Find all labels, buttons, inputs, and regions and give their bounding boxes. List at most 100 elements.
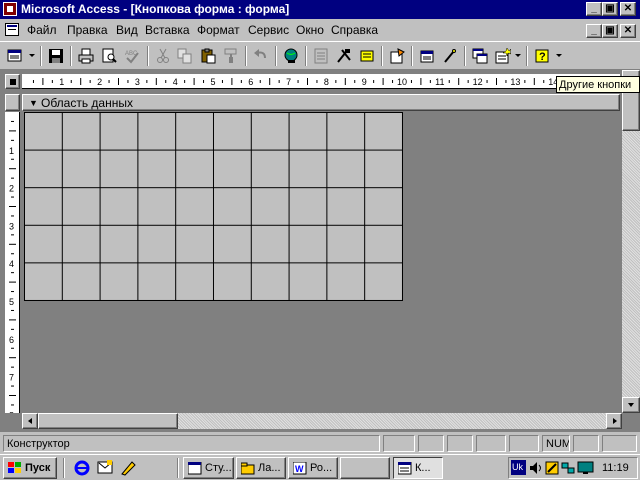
task-students-label: Сту... (205, 462, 232, 474)
status-bar: Конструктор NUM (0, 432, 640, 454)
ruler-label: 8 (9, 410, 14, 413)
section-selector[interactable] (5, 94, 20, 111)
windows-flag-icon (8, 462, 21, 473)
clock[interactable]: 11:19 (602, 462, 629, 474)
spelling-button[interactable]: ABC (121, 45, 144, 67)
task-students[interactable]: Сту... (183, 457, 234, 479)
arrow-right-icon (613, 418, 617, 424)
form-selector[interactable] (5, 74, 20, 89)
build-button[interactable] (439, 45, 462, 67)
copy-button[interactable] (174, 45, 197, 67)
format-painter-button[interactable] (220, 45, 243, 67)
ruler-label: 6 (248, 77, 253, 87)
menu-tools[interactable]: Сервис (248, 23, 289, 37)
properties-button[interactable] (416, 45, 439, 67)
document-restore-button[interactable]: ▣ (602, 24, 618, 38)
close-button[interactable]: ✕ (620, 2, 636, 16)
task-folder[interactable]: Ла... (236, 457, 286, 479)
ruler-label: 10 (397, 77, 407, 87)
ruler-label: 7 (286, 77, 291, 87)
horizontal-ruler[interactable]: 1 2 3 4 5 6 7 8 9 10 11 12 13 14 (22, 74, 620, 89)
display-settings-icon[interactable] (577, 461, 595, 475)
help-button[interactable]: ? (531, 45, 554, 67)
minimize-button[interactable]: _ (586, 2, 602, 16)
task-word[interactable]: W Ро... (288, 457, 338, 479)
language-indicator[interactable]: Uk (511, 460, 526, 475)
build-icon (444, 49, 456, 63)
more-buttons-tooltip: Другие кнопки (556, 76, 640, 93)
menu-insert[interactable]: Вставка (145, 23, 190, 37)
title-bar[interactable]: Microsoft Access - [Кнопкова форма : фор… (0, 0, 640, 19)
more-buttons-button[interactable] (554, 45, 565, 67)
scroll-left-button[interactable] (22, 413, 38, 429)
new-object-button[interactable] (492, 45, 522, 67)
form-view-icon (7, 49, 22, 62)
scroll-right-button[interactable] (606, 413, 622, 429)
outlook-express-icon[interactable] (96, 459, 114, 477)
vertical-ruler[interactable]: 1 2 3 4 5 6 7 8 (5, 112, 20, 413)
detail-section-header[interactable]: ▼ Область данных (22, 94, 620, 111)
access-app-icon[interactable] (3, 2, 17, 16)
print-preview-button[interactable] (98, 45, 121, 67)
maximize-button[interactable]: ▣ (602, 2, 618, 16)
menu-view[interactable]: Вид (116, 23, 138, 37)
cut-button[interactable] (152, 45, 175, 67)
access-form-icon (398, 462, 412, 475)
form-view-button[interactable] (4, 45, 37, 67)
status-num: NUM (542, 435, 570, 452)
ruler-label: 1 (59, 77, 64, 87)
new-object-icon (495, 48, 511, 64)
detail-section-grid[interactable] (24, 112, 403, 301)
paste-button[interactable] (197, 45, 220, 67)
save-button[interactable] (45, 45, 68, 67)
horizontal-ruler-ticks: 1 2 3 4 5 6 7 8 9 10 11 12 13 14 (32, 77, 583, 87)
field-list-icon (314, 48, 328, 64)
horizontal-scrollbar[interactable] (22, 413, 622, 429)
horizontal-scroll-thumb[interactable] (38, 413, 178, 429)
menu-window[interactable]: Окно (296, 23, 324, 37)
volume-icon[interactable] (529, 461, 543, 475)
menu-edit[interactable]: Правка (67, 23, 108, 37)
form-document-icon[interactable] (5, 23, 19, 36)
vertical-scrollbar[interactable] (622, 70, 640, 413)
field-list-button[interactable] (310, 45, 333, 67)
code-icon (390, 48, 405, 64)
autoformat-button[interactable] (356, 45, 379, 67)
menu-file[interactable]: Файл (27, 23, 57, 37)
ruler-label: 4 (9, 259, 14, 269)
menu-help[interactable]: Справка (331, 23, 378, 37)
undo-icon (254, 49, 266, 59)
insert-hyperlink-button[interactable] (280, 45, 303, 67)
code-button[interactable] (386, 45, 409, 67)
form-design-area[interactable]: 1 2 3 4 5 6 7 8 9 10 11 12 13 14 ▼ Область данных 123… (0, 70, 640, 432)
task-access-form[interactable]: К... (393, 457, 443, 479)
status-panel-3 (447, 435, 473, 452)
start-label: Пуск (25, 462, 51, 474)
network-icon[interactable] (561, 461, 575, 475)
vertical-ruler-ticks: 1 2 3 4 5 6 7 8 (9, 120, 16, 413)
undo-button[interactable] (250, 45, 273, 67)
menu-format[interactable]: Формат (197, 23, 240, 37)
ruler-label: 12 (473, 77, 483, 87)
document-minimize-button[interactable]: _ (586, 24, 602, 38)
toolbox-button[interactable] (333, 45, 356, 67)
form-design-toolbar: ABC ? (0, 41, 640, 70)
system-tray: Uk 11:19 (508, 457, 638, 479)
window-title: Microsoft Access - [Кнопкова форма : фор… (21, 2, 290, 16)
task-blank[interactable] (340, 457, 390, 479)
help-icon: ? (535, 49, 549, 63)
show-desktop-icon[interactable] (119, 459, 137, 477)
ruler-label: 5 (9, 297, 14, 307)
scroll-down-button[interactable] (622, 397, 640, 413)
document-close-button[interactable]: ✕ (620, 24, 636, 38)
print-button[interactable] (75, 45, 98, 67)
scheduler-icon[interactable] (545, 461, 559, 475)
internet-explorer-icon[interactable] (73, 459, 91, 477)
status-panel-7 (602, 435, 637, 452)
start-button[interactable]: Пуск (3, 457, 57, 479)
ruler-label: 3 (9, 221, 14, 231)
database-window-button[interactable] (469, 45, 492, 67)
status-panel-6 (573, 435, 599, 452)
toolbox-icon (337, 49, 351, 63)
word-document-icon: W (293, 462, 307, 475)
